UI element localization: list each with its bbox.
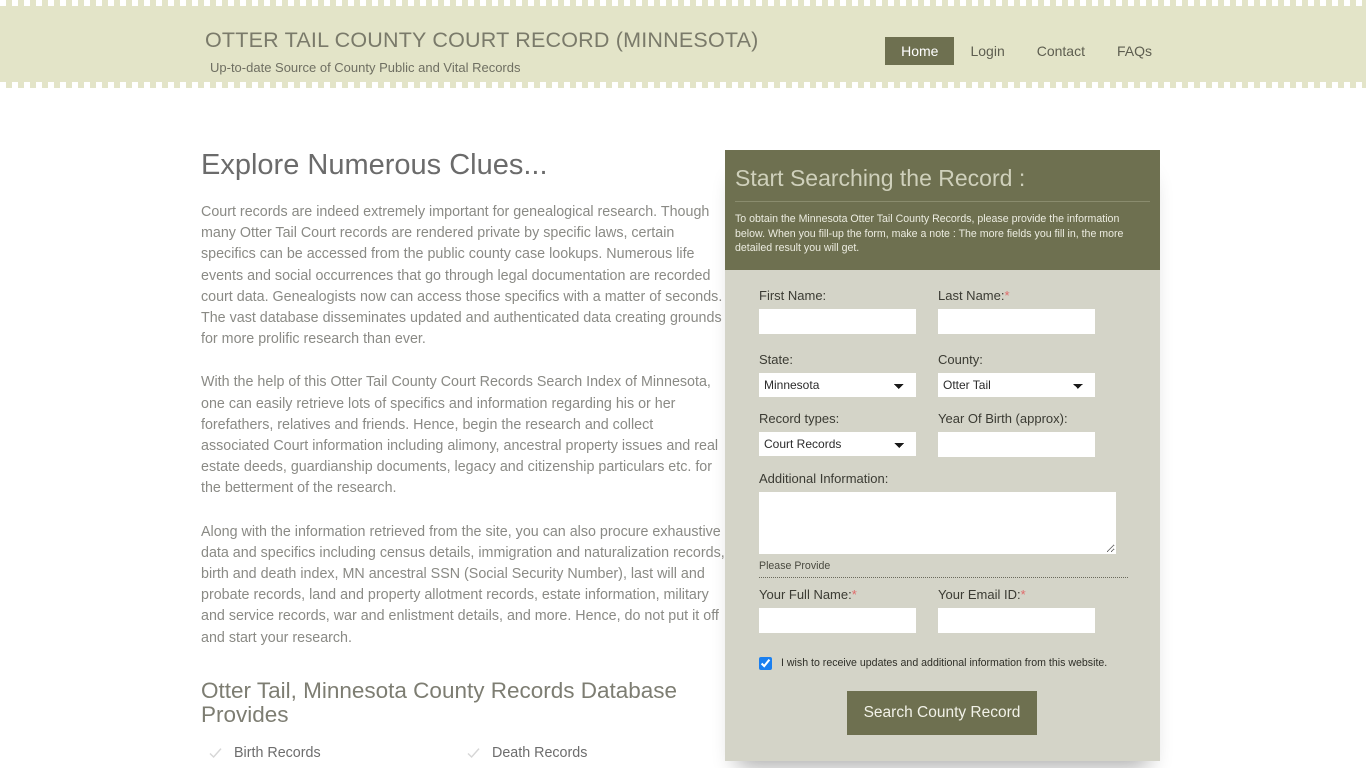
full-name-label: Your Full Name:* <box>759 586 857 602</box>
name-field-row: First Name: Last Name:* <box>759 288 1126 334</box>
check-icon <box>209 747 222 758</box>
site-tagline: Up-to-date Source of County Public and V… <box>210 59 521 75</box>
record-types-label: Record types: <box>759 410 840 426</box>
year-of-birth-input[interactable] <box>938 431 1095 457</box>
nav-item-login[interactable]: Login <box>954 37 1020 65</box>
main-navigation: Home Login Contact FAQs <box>885 37 1168 65</box>
consent-checkbox[interactable] <box>759 656 772 670</box>
form-header: Start Searching the Record : To obtain t… <box>725 150 1160 270</box>
search-county-record-button[interactable]: Search County Record <box>847 690 1037 735</box>
please-provide-hint: Please Provide <box>759 559 831 572</box>
record-year-field-row: Record types: Court Records Year Of Birt… <box>759 411 1126 457</box>
consent-row: I wish to receive updates and additional… <box>759 656 1126 670</box>
check-icon <box>467 747 480 758</box>
records-list: Birth Records Death Records Marriage Rec… <box>209 745 725 768</box>
nav-item-contact[interactable]: Contact <box>1021 37 1101 65</box>
consent-label: I wish to receive updates and additional… <box>781 656 1108 669</box>
last-name-label: Last Name:* <box>938 287 1010 303</box>
record-types-select[interactable]: Court Records <box>759 431 916 456</box>
form-title: Start Searching the Record : <box>735 165 1150 203</box>
contact-field-row: Your Full Name:* Your Email ID:* <box>759 587 1126 633</box>
year-of-birth-label: Year Of Birth (approx): <box>938 410 1068 426</box>
email-label: Your Email ID:* <box>938 586 1026 602</box>
page-title: Explore Numerous Clues... <box>201 149 548 181</box>
first-name-label: First Name: <box>759 287 827 303</box>
article-paragraph-1: Court records are indeed extremely impor… <box>201 203 723 348</box>
search-form-panel: Start Searching the Record : To obtain t… <box>725 150 1160 761</box>
list-item-label: Birth Records <box>234 745 321 762</box>
list-item: Birth Records <box>209 745 467 761</box>
year-of-birth-field-group: Year Of Birth (approx): <box>938 411 1095 457</box>
form-intro-text: To obtain the Minnesota Otter Tail Count… <box>735 213 1124 255</box>
full-name-input[interactable] <box>759 607 916 633</box>
first-name-input[interactable] <box>759 308 916 334</box>
county-label: County: <box>938 351 983 367</box>
last-name-input[interactable] <box>938 308 1095 334</box>
list-item-label: Death Records <box>492 745 588 762</box>
nav-item-home[interactable]: Home <box>885 37 955 65</box>
required-marker: * <box>1020 586 1026 602</box>
additional-information-group: Additional Information: Please Provide <box>759 471 1126 572</box>
county-select[interactable]: Otter Tail <box>938 372 1095 397</box>
form-divider <box>759 576 1128 578</box>
last-name-field-group: Last Name:* <box>938 288 1095 334</box>
state-label: State: <box>759 351 793 367</box>
list-item: Death Records <box>467 745 725 761</box>
nav-item-faqs[interactable]: FAQs <box>1101 37 1168 65</box>
article-column: Explore Numerous Clues... Court records … <box>201 149 725 768</box>
required-marker: * <box>1004 287 1010 303</box>
site-title: OTTER TAIL COUNTY COURT RECORD (MINNESOT… <box>205 28 759 52</box>
brand: OTTER TAIL COUNTY COURT RECORD (MINNESOT… <box>205 28 759 75</box>
article-paragraph-3: Along with the information retrieved fro… <box>201 523 725 646</box>
first-name-field-group: First Name: <box>759 288 916 334</box>
page-body: Explore Numerous Clues... Court records … <box>0 88 1366 768</box>
state-field-group: State: Minnesota <box>759 352 916 397</box>
location-field-row: State: Minnesota County: Otter Tail <box>759 352 1126 397</box>
required-marker: * <box>851 586 857 602</box>
record-types-field-group: Record types: Court Records <box>759 411 916 457</box>
site-header: OTTER TAIL COUNTY COURT RECORD (MINNESOT… <box>0 0 1366 88</box>
email-field[interactable] <box>938 607 1095 633</box>
additional-information-label: Additional Information: <box>759 470 889 486</box>
email-field-group: Your Email ID:* <box>938 587 1095 633</box>
state-select[interactable]: Minnesota <box>759 372 916 397</box>
full-name-field-group: Your Full Name:* <box>759 587 916 633</box>
additional-information-textarea[interactable] <box>759 491 1116 554</box>
records-subheading: Otter Tail, Minnesota County Records Dat… <box>201 677 678 728</box>
article-paragraph-2: With the help of this Otter Tail County … <box>201 374 719 497</box>
form-body: First Name: Last Name:* State: Minnesota <box>725 270 1160 761</box>
county-field-group: County: Otter Tail <box>938 352 1095 397</box>
